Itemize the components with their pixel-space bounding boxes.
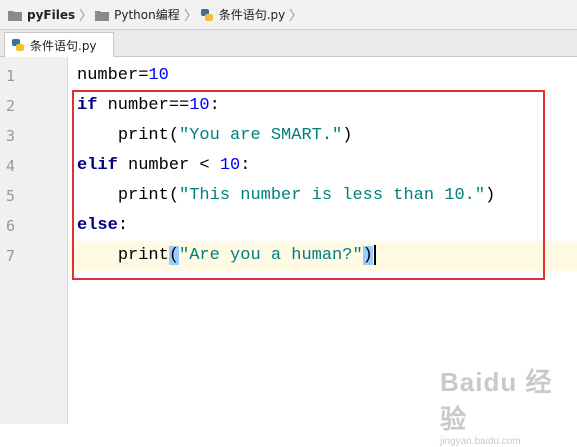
identifier: number — [77, 66, 139, 85]
watermark: Baidu 经验 jingyan.baidu.com — [440, 362, 570, 447]
number-literal: 10 — [148, 66, 169, 85]
breadcrumb-label: 条件语句.py — [218, 8, 286, 22]
number-literal: 10 — [219, 156, 241, 175]
line-number: 1 — [6, 67, 16, 85]
python-file-icon — [11, 38, 25, 52]
colon: : — [117, 216, 129, 235]
close-paren: ) — [342, 126, 353, 145]
code-line-1[interactable]: number=10 — [77, 61, 169, 91]
operator: = — [138, 66, 149, 85]
breadcrumb: pyFiles Python编程 条件语句.py — [0, 0, 577, 30]
line-number-gutter: 1 2 3 4 5 6 7 — [0, 57, 68, 424]
folder-icon — [8, 9, 22, 21]
tab-condition-file[interactable]: 条件语句.py — [4, 32, 114, 57]
operator: == — [168, 96, 190, 115]
line-number: 3 — [6, 127, 16, 145]
function-name: print — [117, 246, 169, 265]
function-name: print — [117, 186, 169, 205]
open-paren: ( — [168, 126, 180, 145]
keyword: if — [77, 96, 98, 115]
string-literal: "You are SMART." — [179, 126, 343, 145]
line-number: 2 — [6, 97, 16, 115]
watermark-main: Baidu 经验 — [440, 367, 553, 434]
keyword: elif — [77, 156, 118, 175]
string-literal: "This number is less than 10." — [179, 186, 486, 205]
identifier: number — [117, 156, 190, 175]
code-line-4[interactable]: elif number < 10: — [77, 151, 250, 181]
code-line-3[interactable]: print("You are SMART.") — [77, 121, 353, 151]
open-paren: ( — [168, 186, 180, 205]
tab-label: 条件语句.py — [30, 38, 97, 53]
colon: : — [240, 156, 251, 175]
breadcrumb-label: Python编程 — [114, 8, 180, 22]
code-line-6[interactable]: else: — [77, 211, 128, 241]
watermark-sub: jingyan.baidu.com — [440, 436, 521, 447]
string-literal: "Are you a human?" — [179, 246, 363, 265]
breadcrumb-label: pyFiles — [27, 7, 76, 22]
editor-tab-bar: 条件语句.py — [0, 30, 577, 57]
breadcrumb-item-file[interactable]: 条件语句.py — [192, 0, 290, 30]
function-name: print — [117, 126, 169, 145]
close-paren: ) — [485, 186, 496, 205]
code-line-5[interactable]: print("This number is less than 10.") — [77, 181, 495, 211]
folder-icon — [95, 9, 110, 21]
close-paren-highlighted: ) — [362, 246, 373, 265]
text-caret — [373, 244, 376, 265]
number-literal: 10 — [189, 96, 210, 115]
chevron-right-icon — [289, 0, 297, 30]
line-number: 7 — [6, 247, 16, 265]
keyword: else — [77, 216, 118, 235]
open-paren-highlighted: ( — [168, 246, 180, 265]
code-line-7[interactable]: print("Are you a human?") — [77, 241, 376, 271]
line-number: 5 — [6, 187, 16, 205]
line-number: 4 — [6, 157, 16, 175]
breadcrumb-item-python-folder[interactable]: Python编程 — [87, 0, 184, 30]
python-file-icon — [200, 8, 214, 22]
code-line-2[interactable]: if number==10: — [77, 91, 220, 121]
chevron-right-icon — [79, 0, 87, 30]
operator: < — [189, 156, 220, 175]
identifier: number — [97, 96, 169, 115]
chevron-right-icon — [184, 0, 192, 30]
breadcrumb-item-pyfiles[interactable]: pyFiles — [0, 0, 79, 30]
colon: : — [209, 96, 220, 115]
line-number: 6 — [6, 217, 16, 235]
